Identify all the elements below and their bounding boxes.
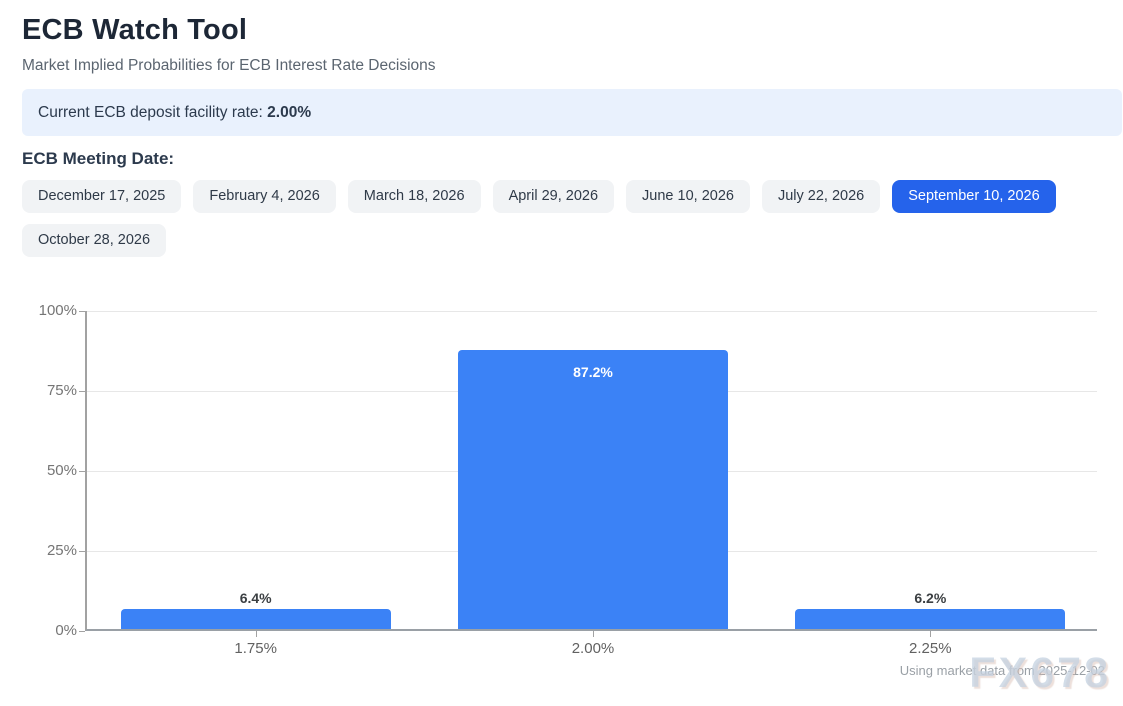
x-axis-label: 2.25% (860, 640, 1000, 657)
y-axis-label: 75% (22, 382, 77, 399)
market-data-note: Using market data from 2025-12-02 (900, 663, 1105, 678)
x-axis-tick (256, 631, 257, 637)
current-rate-value: 2.00% (267, 104, 311, 121)
y-axis-label: 100% (22, 302, 77, 319)
x-axis-tick (930, 631, 931, 637)
x-axis-label: 2.00% (523, 640, 663, 657)
probability-bar[interactable] (458, 350, 728, 629)
y-axis-label: 50% (22, 462, 77, 479)
meeting-date-button[interactable]: April 29, 2026 (493, 180, 614, 213)
y-axis-tick (79, 471, 85, 472)
current-rate-label: Current ECB deposit facility rate: (38, 104, 267, 121)
gridline (87, 311, 1097, 312)
page-title: ECB Watch Tool (22, 14, 1123, 47)
meeting-date-buttons: December 17, 2025 February 4, 2026 March 1… (22, 180, 1102, 257)
chart-plot-area: 6.4%1.75%87.2%2.00%6.2%2.25% (85, 311, 1097, 631)
bar-value-label: 6.4% (121, 590, 391, 606)
page-subtitle: Market Implied Probabilities for ECB Int… (22, 57, 1123, 75)
x-axis-label: 1.75% (186, 640, 326, 657)
y-axis-tick (79, 551, 85, 552)
probability-bar[interactable] (795, 609, 1065, 629)
probability-bar[interactable] (121, 609, 391, 629)
meeting-date-button[interactable]: June 10, 2026 (626, 180, 750, 213)
y-axis-label: 0% (22, 622, 77, 639)
current-rate-banner: Current ECB deposit facility rate: 2.00% (22, 89, 1122, 136)
y-axis-label: 25% (22, 542, 77, 559)
meeting-date-button[interactable]: October 28, 2026 (22, 224, 166, 257)
meeting-date-button[interactable]: July 22, 2026 (762, 180, 880, 213)
meeting-date-button[interactable]: February 4, 2026 (193, 180, 335, 213)
chart-footer: Using market data from 2025-12-02 FX678 (22, 663, 1105, 678)
y-axis-tick (79, 631, 85, 632)
meeting-date-heading: ECB Meeting Date: (22, 149, 1123, 169)
meeting-date-button[interactable]: December 17, 2025 (22, 180, 181, 213)
probability-chart: 6.4%1.75%87.2%2.00%6.2%2.25% 0% 25% 50% 75%… (22, 303, 1097, 655)
y-axis-tick (79, 391, 85, 392)
x-axis-tick (593, 631, 594, 637)
bar-value-label: 6.2% (795, 590, 1065, 606)
y-axis-tick (79, 311, 85, 312)
meeting-date-button[interactable]: March 18, 2026 (348, 180, 481, 213)
ecb-watch-tool-page: ECB Watch Tool Market Implied Probabilit… (0, 0, 1123, 706)
meeting-date-button[interactable]: September 10, 2026 (892, 180, 1055, 213)
